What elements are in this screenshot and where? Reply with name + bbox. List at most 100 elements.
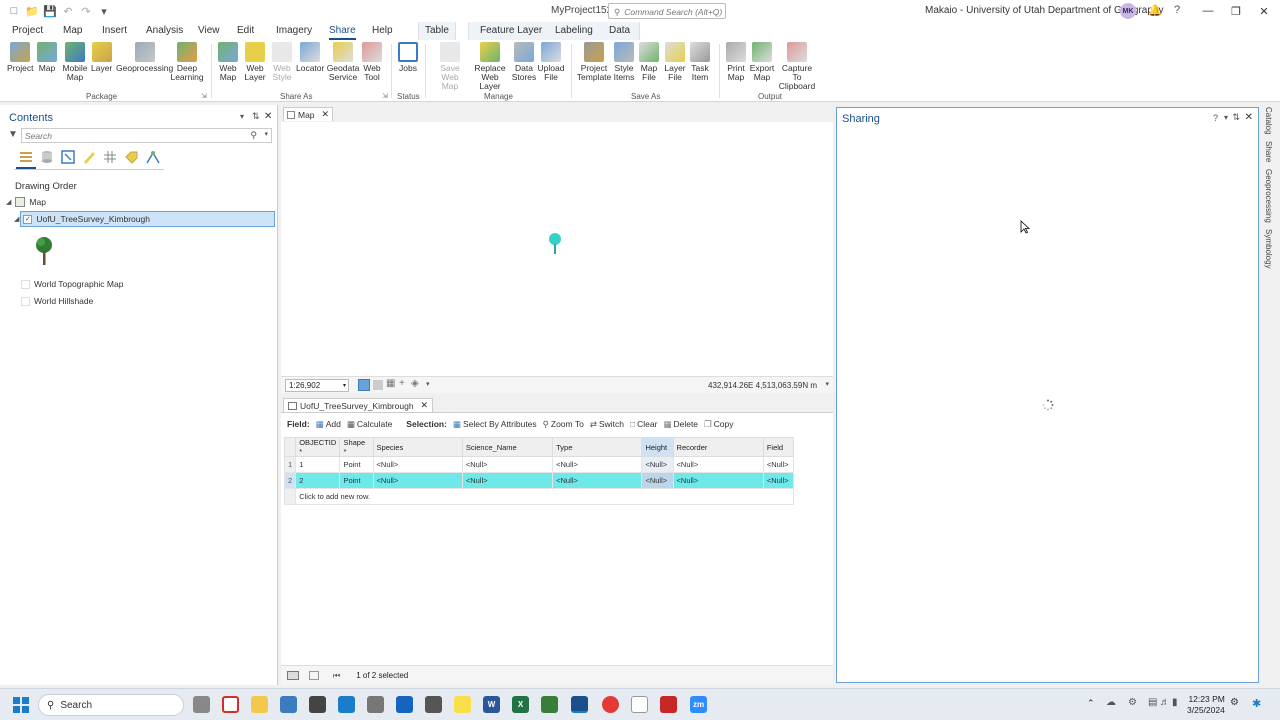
package-deep-learning-button[interactable]: Deep Learning [170,42,204,82]
tab-map[interactable]: Map [63,25,82,36]
tree-symbol-icon[interactable] [34,235,54,267]
map-tree-node[interactable]: ◢ Map [6,197,46,207]
cell-field[interactable]: <Null> [762,456,795,473]
cell-field[interactable]: <Null> [762,472,795,489]
table-layout-icon[interactable] [373,380,383,390]
maximize-button[interactable]: ❐ [1222,2,1250,20]
notepad-icon[interactable] [631,696,648,713]
select-by-attributes-button[interactable]: ▦ Select By Attributes [453,419,537,430]
cell-type[interactable]: <Null> [552,456,643,473]
show-hidden-icons-icon[interactable]: ⌃ [1087,698,1095,709]
package-layer-button[interactable]: Layer [91,42,112,73]
side-tab-share[interactable]: Share [1264,141,1273,162]
tree-point-symbol-icon[interactable] [548,232,562,256]
list-by-editing-icon[interactable] [81,149,97,165]
print-map-button[interactable]: Print Map [725,42,747,82]
style-items-button[interactable]: Style Items [613,42,635,82]
snapping-icon[interactable]: ▦ [386,378,395,389]
share-web-style-button[interactable]: Web Style [270,42,294,82]
auto-hide-icon[interactable]: ⇅ [1232,112,1240,123]
column-header-height[interactable]: Height [641,437,674,457]
show-all-records-icon[interactable] [287,671,299,680]
cell-science-name[interactable]: <Null> [461,456,554,473]
customize-qat-icon[interactable]: ▾ [98,5,110,18]
map-canvas[interactable] [281,122,833,376]
row-number[interactable]: 1 [283,456,297,473]
filter-icon[interactable]: ▼ [8,129,18,140]
package-mobile-map-button[interactable]: Mobile Map [60,42,90,82]
excel-icon[interactable]: X [512,696,529,713]
save-web-map-button[interactable]: Save Web Map [432,42,468,91]
task-item-button[interactable]: Task Item [689,42,711,82]
close-pane-icon[interactable]: ✕ [1245,112,1253,123]
tab-labeling[interactable]: Labeling [555,25,593,36]
media-player-icon[interactable] [396,696,413,713]
help-icon[interactable]: ? [1174,4,1180,16]
notification-icon[interactable]: 🔔 [1148,4,1162,17]
collapse-arrow-icon[interactable]: ◢ [14,215,19,223]
tab-share[interactable]: Share [329,25,356,40]
tab-analysis[interactable]: Analysis [146,25,183,36]
side-tab-catalog[interactable]: Catalog [1264,107,1273,135]
chevron-down-icon[interactable]: ▾ [426,380,430,388]
column-header-recorder[interactable]: Recorder [672,437,764,457]
notifications-icon[interactable]: ⚙ [1230,697,1239,708]
system-clock[interactable]: 12:23 PM 3/25/2024 [1187,694,1225,716]
package-geoprocessing-button[interactable]: Geoprocessing [116,42,173,73]
layer-visibility-checkbox[interactable] [21,296,30,306]
side-tab-symbology[interactable]: Symbology [1264,229,1273,269]
close-tab-icon[interactable]: ✕ [322,109,330,120]
mail-icon[interactable] [338,696,355,713]
column-header-species[interactable]: Species [372,437,463,457]
switch-selection-button[interactable]: ⇄ Switch [590,419,624,430]
map-view-tab[interactable]: Map ✕ [283,107,333,121]
usb-icon[interactable]: ⚙ [1128,697,1137,708]
upload-file-button[interactable]: Upload File [537,42,565,82]
opera-icon[interactable] [222,696,239,713]
taskbar-search[interactable]: ⚲ Search [38,694,184,716]
table-row[interactable]: 2 2 Point <Null> <Null> <Null> <Null> <N… [283,472,795,489]
minimize-button[interactable]: — [1194,2,1222,20]
column-header-shape[interactable]: Shape * [339,437,374,457]
save-icon[interactable]: 💾 [43,5,57,18]
row-number[interactable]: 2 [283,472,297,489]
list-by-selection-icon[interactable] [60,149,76,165]
cell-type[interactable]: <Null> [552,472,643,489]
cell-shape[interactable]: Point [339,472,374,489]
copy-button[interactable]: ❐ Copy [704,419,733,430]
cell-objectid[interactable]: 2 [295,472,341,489]
side-tab-geoprocessing[interactable]: Geoprocessing [1264,169,1273,223]
grid-toggle-icon[interactable] [358,379,370,391]
chevron-down-icon[interactable]: ▾ [825,380,829,388]
command-search[interactable]: ⚲ Command Search (Alt+Q) [608,3,726,19]
close-pane-icon[interactable]: ✕ [264,111,272,122]
help-icon[interactable]: ? [1213,113,1218,123]
add-row-line[interactable]: Click to add new row. [283,488,794,505]
cell-recorder[interactable]: <Null> [672,472,764,489]
zoom-to-button[interactable]: ⚲ Zoom To [543,419,584,430]
share-web-layer-button[interactable]: Web Layer [241,42,269,82]
cell-species[interactable]: <Null> [372,456,463,473]
collapse-arrow-icon[interactable]: ◢ [6,198,11,206]
column-header-field[interactable]: Field [762,437,795,457]
alien-icon[interactable] [309,696,326,713]
column-header-objectid[interactable]: OBJECTID * [295,437,341,457]
arcmap-icon[interactable] [541,696,558,713]
pane-options-icon[interactable]: ▾ [1224,113,1228,122]
tab-table[interactable]: Table [425,25,449,36]
share-web-tool-button[interactable]: Web Tool [361,42,383,82]
cell-objectid[interactable]: 1 [295,456,341,473]
layer-tree-node-world-hillshade[interactable]: World Hillshade [21,296,93,306]
layer-visibility-checkbox[interactable] [21,279,30,289]
windows-start-icon[interactable] [13,697,29,713]
cell-science-name[interactable]: <Null> [461,472,554,489]
undo-icon[interactable]: ↶ [62,5,74,18]
chrome-icon[interactable] [602,696,619,713]
sticky-notes-icon[interactable] [454,696,471,713]
tab-help[interactable]: Help [372,25,393,36]
file-explorer-icon[interactable] [251,696,268,713]
new-project-icon[interactable]: □ [8,5,20,17]
cell-recorder[interactable]: <Null> [672,456,764,473]
layer-tree-node-treesurvey[interactable]: ◢ ✓ UofU_TreeSurvey_Kimbrough [14,214,150,224]
search-options-icon[interactable]: ▾ [264,130,268,138]
